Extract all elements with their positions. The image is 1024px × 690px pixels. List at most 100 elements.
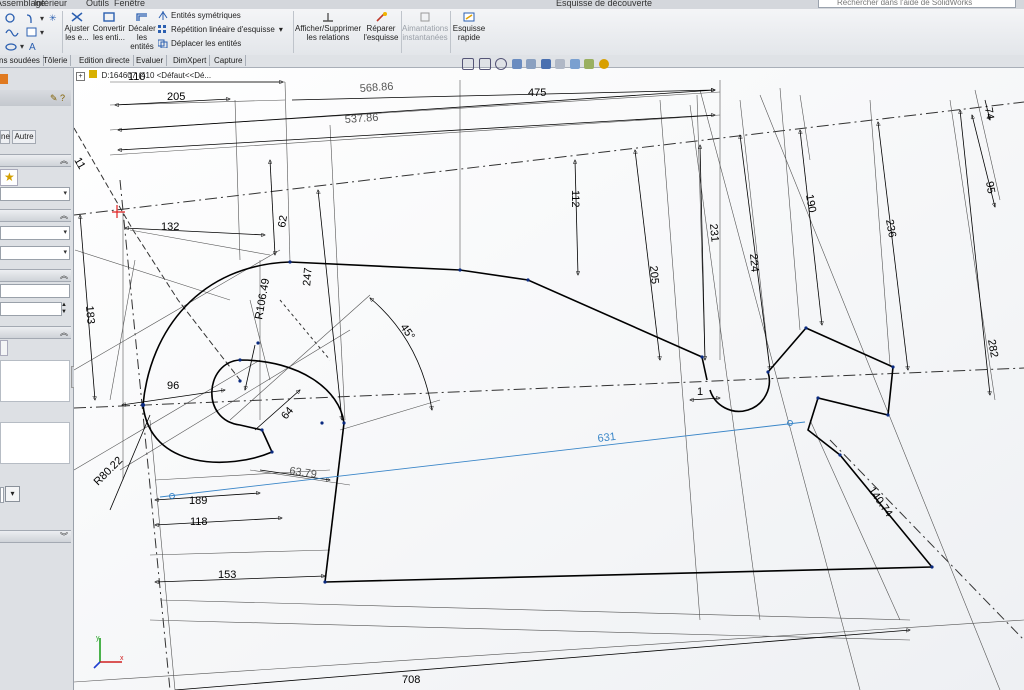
dim-568-86: 568.86 [359,81,393,95]
help-search-input[interactable]: Rechercher dans l'aide de SolidWorks [818,0,1016,8]
repair-sketch-button[interactable]: Réparer l'esquisse [362,9,400,42]
dim-189: 189 [189,495,207,507]
svg-text:y: y [96,635,100,642]
dropdown-button[interactable]: ▾ [5,486,20,502]
linear-pattern-icon [158,25,166,34]
quick-snaps-button[interactable]: Aimantations instantanées [402,9,448,42]
dim-118: 118 [190,516,208,528]
command-manager-ribbon: ▾ ✳ ▾ ▾ A Ajuster les e... Convertir les… [0,9,1024,56]
collapse-chevron-icon[interactable]: ︽ [60,210,68,221]
combo-box[interactable]: ▾ [0,246,70,260]
dropdown-arrow-icon: ▾ [63,229,67,236]
feature-tree-flyout[interactable]: + D:164607 (410 <Défaut<<Dé... [76,70,211,81]
panel-section-header[interactable]: ︽ [0,154,71,167]
star-icon[interactable]: ★ [0,169,18,186]
convert-icon [103,12,115,22]
dim-224: 224 [747,253,761,272]
dim-205-b: 205 [647,265,661,284]
dropdown-arrow-icon: ▾ [63,190,67,197]
part-icon [89,70,98,78]
dim-475: 475 [528,87,546,99]
combo-box[interactable]: ▾ [0,226,70,240]
pushpin-help-icon[interactable]: ✎ ? [50,93,65,104]
rapid-sketch-button[interactable]: Esquisse rapide [452,9,486,42]
move-entities-button[interactable]: Déplacer les entités [158,39,241,49]
dim-537-86: 537.86 [344,112,378,126]
svg-text:▾: ▾ [40,28,44,37]
edit-appearance-icon[interactable] [569,59,580,69]
dim-95: 95 [983,180,997,194]
selection-list[interactable] [0,360,70,402]
expand-icon[interactable]: + [76,72,85,81]
offset-icon [136,13,147,21]
menu-item[interactable]: Inférieur [34,0,67,8]
spin-arrows-icon[interactable]: ▲ ▼ [61,302,69,316]
dim-112: 112 [569,190,581,208]
dim-205: 205 [167,91,185,103]
snaps-icon [420,12,430,22]
panel-icon [0,74,8,84]
tab-capture[interactable]: Capture [211,55,247,66]
tab-evaluate[interactable]: Evaluer [133,55,168,66]
combo-box[interactable]: ▾ [0,187,70,201]
section-view-icon[interactable] [511,59,522,69]
panel-section-header[interactable]: ︽ [0,269,71,282]
dim-1: 1 [697,386,703,398]
linear-pattern-button[interactable]: Répétition linéaire d'esquisse ▾ [158,25,283,34]
collapse-chevron-icon[interactable]: ︽ [60,155,68,166]
trim-icon [71,12,83,22]
collapse-chevron-icon[interactable]: ︽ [60,270,68,281]
sketch-tools-icons[interactable]: ▾ ✳ ▾ ▾ A [2,11,62,53]
tree-node-label[interactable]: D:164607 (410 <Défaut<<Dé... [101,71,211,80]
dim-247: 247 [301,267,315,286]
zoom-area-icon[interactable] [478,58,491,70]
dim-96: 96 [167,380,179,392]
tab-weldments[interactable]: ns soudées [0,55,44,66]
zoom-fit-icon[interactable] [462,58,474,70]
convert-entities-button[interactable]: Convertir les enti... [92,9,126,42]
menu-item[interactable]: Fenêtre [114,0,145,8]
mirror-entities-button[interactable]: Entités symétriques [158,11,241,21]
repair-icon [376,12,387,22]
panel-section-header[interactable]: ︽ [0,326,71,339]
heads-up-view-toolbar [462,58,611,70]
dim-231: 231 [707,223,721,242]
reference-triad: y x [93,635,124,669]
dropdown-arrow-icon: ▾ [63,249,67,256]
dim-62: 62 [276,214,290,228]
view-settings-icon[interactable] [598,59,609,69]
panel-section-header[interactable]: ︽ [0,209,71,222]
dim-153: 153 [218,569,236,581]
svg-text:A: A [29,42,36,53]
expand-chevron-icon[interactable]: ︾ [60,531,68,542]
mirror-icon [158,11,168,21]
tab-other[interactable]: Autre [12,130,36,144]
apply-scene-icon[interactable] [584,59,595,69]
panel-section-header[interactable]: ︾ [0,530,71,543]
display-style-icon[interactable] [540,59,551,69]
display-delete-relations-button[interactable]: Afficher/Supprimer les relations [295,9,361,42]
menu-item[interactable]: Outils [86,0,109,8]
selection-list-2[interactable] [0,422,70,464]
tab-partial[interactable]: ne [0,130,10,144]
dim-74: 74 [982,106,996,120]
tab-direct-edit[interactable]: Edition directe [76,55,134,66]
dim-183: 183 [83,305,97,324]
spin-field[interactable] [0,302,62,316]
hide-show-icon[interactable] [555,59,566,69]
trim-entities-button[interactable]: Ajuster les e... [63,9,91,42]
tab-partial-2[interactable] [0,340,8,356]
tab-sheet-metal[interactable]: Tôlerie [40,55,72,66]
svg-text:x: x [120,655,124,662]
text-field[interactable] [0,284,70,298]
combo-box-partial[interactable] [0,487,4,503]
graphics-area[interactable]: 205 110 568.86 537.86 475 74 11 112 95 1… [74,68,1024,690]
window-title: Esquisse de découverte [556,0,653,8]
svg-text:✳: ✳ [49,13,57,23]
relations-icon [323,13,333,22]
tab-dimxpert[interactable]: DimXpert [170,55,211,66]
offset-entities-button[interactable]: Décaler les entités [127,9,157,51]
previous-view-icon[interactable] [495,58,508,70]
collapse-chevron-icon[interactable]: ︽ [60,327,68,338]
view-orientation-icon[interactable] [526,59,537,69]
